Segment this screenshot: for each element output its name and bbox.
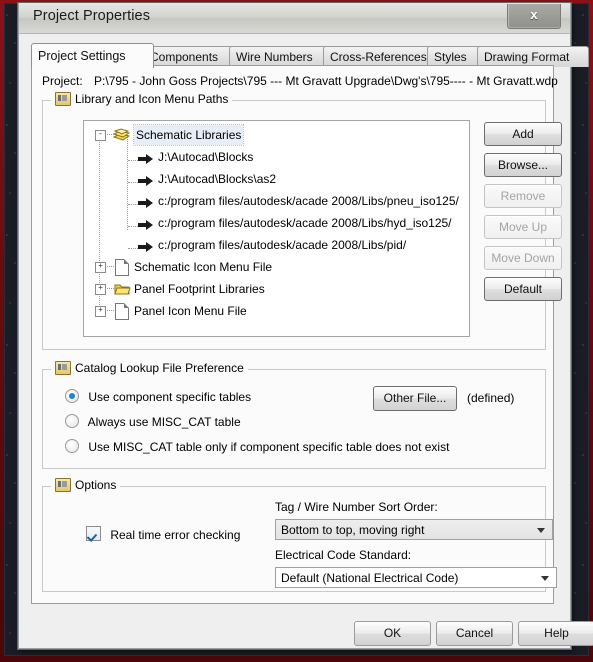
- catalog-defined-status: (defined): [467, 391, 515, 405]
- sort-order-label: Tag / Wire Number Sort Order:: [275, 500, 438, 514]
- tree-item-schematic-libraries[interactable]: - Schematic Libraries: [84, 124, 469, 146]
- catalog-icon: [55, 361, 71, 375]
- chevron-down-icon: [537, 528, 545, 533]
- move-down-button[interactable]: Move Down: [484, 246, 562, 270]
- catalog-lookup-group-title: Catalog Lookup File Preference: [51, 361, 248, 375]
- chevron-down-icon: [541, 576, 549, 581]
- dialog-client-area: Project Settings Components Wire Numbers…: [25, 36, 589, 604]
- page-icon: [115, 303, 129, 320]
- tree-item-label: J:\Autocad\Blocks: [158, 150, 254, 164]
- tree-connector: [105, 310, 114, 312]
- tab-drawing-format[interactable]: Drawing Format: [477, 46, 589, 67]
- close-button[interactable]: x: [507, 4, 561, 29]
- options-group: Options Real time error checking Tag / W…: [42, 478, 557, 592]
- tree-item-label: Schematic Libraries: [132, 124, 245, 146]
- catalog-lookup-group: Catalog Lookup File Preference Use compo…: [42, 361, 546, 469]
- code-standard-value: Default (National Electrical Code): [281, 571, 459, 585]
- tree-item-label: Schematic Icon Menu File: [134, 260, 273, 274]
- library-icon: [55, 92, 71, 106]
- help-button[interactable]: Help: [518, 621, 593, 646]
- library-tree[interactable]: - Schematic Libraries J:\Autocad\Blocks …: [83, 120, 470, 337]
- library-paths-group-label: Library and Icon Menu Paths: [75, 92, 229, 106]
- page-icon: [115, 259, 129, 276]
- radio-label: Use MISC_CAT table only if component spe…: [88, 440, 450, 454]
- tree-item-label: J:\Autocad\Blocks\as2: [158, 172, 277, 186]
- radio-label: Use component specific tables: [88, 390, 252, 404]
- tree-item-path-1[interactable]: J:\Autocad\Blocks: [84, 147, 469, 167]
- close-icon: x: [530, 7, 538, 22]
- default-button[interactable]: Default: [484, 277, 562, 301]
- options-group-title: Options: [51, 478, 121, 492]
- tree-connector: [128, 160, 138, 162]
- radio-button[interactable]: [65, 389, 79, 403]
- tree-connector: [128, 182, 138, 184]
- arrow-icon: [138, 239, 154, 252]
- tree-item-schematic-icon-menu-file[interactable]: + Schematic Icon Menu File: [84, 257, 469, 277]
- arrow-icon: [138, 195, 154, 208]
- tab-project-settings[interactable]: Project Settings: [31, 43, 154, 68]
- options-icon: [55, 478, 71, 492]
- tree-item-label: Panel Icon Menu File: [134, 304, 247, 318]
- project-path-value: P:\795 - John Goss Projects\795 --- Mt G…: [94, 74, 558, 88]
- radio-misc-cat-fallback[interactable]: Use MISC_CAT table only if component spe…: [65, 439, 449, 454]
- tree-item-panel-icon-menu-file[interactable]: + Panel Icon Menu File: [84, 301, 469, 321]
- tree-item-path-5[interactable]: c:/program files/autodesk/acade 2008/Lib…: [84, 235, 469, 255]
- project-label: Project:: [42, 74, 83, 88]
- code-standard-select[interactable]: Default (National Electrical Code): [275, 567, 557, 588]
- title-bar: Project Properties x: [19, 3, 570, 34]
- code-standard-label: Electrical Code Standard:: [275, 548, 412, 562]
- checkbox-label: Real time error checking: [110, 528, 241, 542]
- tree-item-path-2[interactable]: J:\Autocad\Blocks\as2: [84, 169, 469, 189]
- tab-components[interactable]: Components: [143, 46, 241, 67]
- tree-item-path-4[interactable]: c:/program files/autodesk/acade 2008/Lib…: [84, 213, 469, 233]
- checkbox-real-time-error-checking[interactable]: Real time error checking: [86, 526, 240, 542]
- add-button[interactable]: Add: [484, 122, 562, 146]
- browse-button[interactable]: Browse...: [484, 153, 562, 177]
- radio-always-use-misc-cat[interactable]: Always use MISC_CAT table: [65, 414, 241, 429]
- tree-connector: [128, 226, 138, 228]
- radio-button[interactable]: [65, 414, 79, 428]
- remove-button[interactable]: Remove: [484, 184, 562, 208]
- radio-use-component-specific-tables[interactable]: Use component specific tables: [65, 389, 251, 404]
- ok-button[interactable]: OK: [354, 621, 431, 646]
- tree-item-path-3[interactable]: c:/program files/autodesk/acade 2008/Lib…: [84, 191, 469, 211]
- radio-label: Always use MISC_CAT table: [87, 415, 241, 429]
- tab-cross-references[interactable]: Cross-References: [323, 46, 439, 67]
- project-path-row: Project: P:\795 - John Goss Projects\795…: [42, 74, 558, 88]
- tree-connector: [128, 248, 138, 250]
- move-up-button[interactable]: Move Up: [484, 215, 562, 239]
- project-settings-panel: Project: P:\795 - John Goss Projects\795…: [31, 65, 562, 604]
- arrow-icon: [138, 151, 154, 164]
- arrow-icon: [138, 173, 154, 186]
- tree-item-label: c:/program files/autodesk/acade 2008/Lib…: [158, 194, 459, 208]
- catalog-lookup-group-label: Catalog Lookup File Preference: [75, 361, 244, 375]
- tab-wire-numbers[interactable]: Wire Numbers: [229, 46, 335, 67]
- other-file-button[interactable]: Other File...: [373, 386, 457, 411]
- tree-item-label: Panel Footprint Libraries: [134, 282, 265, 296]
- checkbox-box[interactable]: [86, 526, 101, 541]
- tree-connector: [128, 204, 138, 206]
- folder-icon: [114, 282, 131, 296]
- library-paths-group: Library and Icon Menu Paths - Schematic …: [42, 92, 562, 350]
- tree-connector: [105, 266, 114, 268]
- window-title: Project Properties: [33, 8, 151, 24]
- tree-item-label: c:/program files/autodesk/acade 2008/Lib…: [158, 238, 407, 252]
- sort-order-select[interactable]: Bottom to top, moving right: [275, 519, 553, 540]
- library-paths-group-title: Library and Icon Menu Paths: [51, 92, 233, 106]
- tree-connector: [105, 288, 114, 290]
- arrow-icon: [138, 217, 154, 230]
- options-group-label: Options: [75, 478, 117, 492]
- dialog-footer: OK Cancel Help: [19, 607, 593, 647]
- project-properties-dialog: Project Properties x Project Settings Co…: [18, 3, 593, 649]
- desktop-background: Project Properties x Project Settings Co…: [0, 0, 593, 662]
- tree-item-label: c:/program files/autodesk/acade 2008/Lib…: [158, 216, 452, 230]
- tab-strip: Project Settings Components Wire Numbers…: [31, 43, 589, 68]
- cancel-button[interactable]: Cancel: [436, 621, 513, 646]
- books-icon: [112, 128, 131, 142]
- radio-button[interactable]: [65, 439, 79, 453]
- tree-item-panel-footprint-libraries[interactable]: + Panel Footprint Libraries: [84, 279, 469, 299]
- sort-order-value: Bottom to top, moving right: [281, 523, 425, 537]
